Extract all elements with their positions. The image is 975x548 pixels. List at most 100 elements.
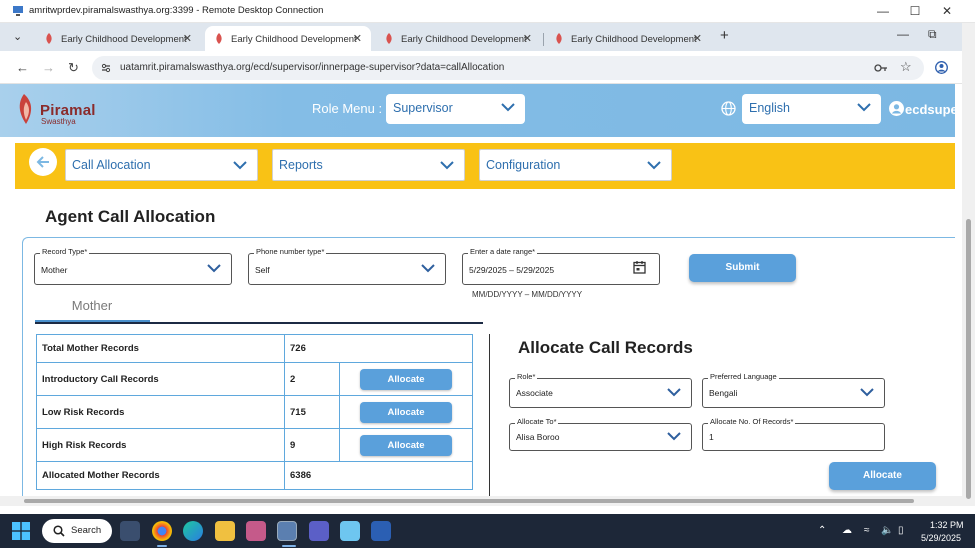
- preferred-language-label: Preferred Language: [708, 372, 779, 381]
- remote-desktop-icon[interactable]: [277, 521, 297, 541]
- section-divider: [489, 334, 490, 496]
- main-content: Agent Call Allocation Record Type* Mothe…: [15, 189, 955, 496]
- tab-label: Early Childhood Development: [231, 34, 357, 45]
- language-select[interactable]: English: [742, 94, 881, 124]
- search-icon: [53, 525, 65, 537]
- record-type-select[interactable]: Record Type* Mother: [34, 247, 232, 285]
- ecd-favicon-icon: [556, 33, 562, 44]
- battery-icon[interactable]: ▯: [898, 525, 904, 536]
- allocate-count-value: 1: [709, 432, 714, 442]
- task-view-icon[interactable]: [120, 521, 140, 541]
- tab-close-icon[interactable]: ✕: [353, 32, 362, 45]
- horizontal-scrollbar[interactable]: [0, 496, 962, 506]
- horizontal-scroll-thumb[interactable]: [24, 499, 914, 503]
- taskbar-search[interactable]: Search: [42, 519, 112, 543]
- record-action-cell: Allocate: [339, 362, 473, 396]
- teams-icon[interactable]: [309, 521, 329, 541]
- date-format-hint: MM/DD/YYYY – MM/DD/YYYY: [472, 290, 583, 299]
- back-button[interactable]: [29, 148, 57, 176]
- allocate-low-risk-button[interactable]: Allocate: [360, 401, 452, 423]
- record-type-label: Record Type*: [40, 247, 90, 256]
- table-row: Introductory Call Records 2 Allocate: [36, 362, 473, 396]
- allocate-high-risk-button[interactable]: Allocate: [360, 434, 452, 456]
- allocate-button[interactable]: Allocate: [829, 462, 936, 490]
- rdp-title-bar: amritwprdev.piramalswasthya.org:3399 - R…: [0, 0, 975, 23]
- date-range-input[interactable]: Enter a date range* 5/29/2025 – 5/29/202…: [462, 247, 660, 285]
- tab-close-icon[interactable]: ✕: [523, 32, 532, 45]
- browser-tab-2[interactable]: Early Childhood Development ✕: [205, 26, 371, 51]
- word-icon[interactable]: [371, 521, 391, 541]
- phone-type-select[interactable]: Phone number type* Self: [248, 247, 446, 285]
- tab-divider: [35, 322, 483, 324]
- call-allocation-menu[interactable]: Call Allocation: [65, 149, 258, 181]
- tab-close-icon[interactable]: ✕: [183, 32, 192, 45]
- close-icon[interactable]: ✕: [937, 3, 957, 19]
- tab-mother[interactable]: Mother: [35, 298, 149, 322]
- role-label: Role*: [515, 372, 538, 381]
- clock-time[interactable]: 1:32 PM: [930, 520, 964, 530]
- profile-icon[interactable]: [935, 61, 948, 74]
- tab-label: Early Childhood Development: [61, 34, 187, 45]
- ecd-favicon-icon: [386, 33, 392, 44]
- password-key-icon[interactable]: [874, 62, 888, 74]
- volume-icon[interactable]: 🔈: [881, 525, 893, 536]
- table-row: Allocated Mother Records 6386: [36, 461, 473, 490]
- call-allocation-label: Call Allocation: [72, 158, 151, 172]
- calendar-icon[interactable]: [633, 260, 646, 274]
- vertical-scrollbar[interactable]: [962, 23, 975, 506]
- chevron-down-icon: [440, 161, 454, 170]
- bookmark-star-icon[interactable]: ☆: [900, 59, 912, 75]
- user-name[interactable]: ecdsupe: [905, 102, 958, 117]
- active-app-indicator: [282, 545, 296, 547]
- tab-search-icon[interactable]: ⌄: [13, 30, 22, 43]
- forward-arrow-icon[interactable]: →: [42, 60, 55, 75]
- page-title: Agent Call Allocation: [45, 207, 216, 226]
- allocate-to-select[interactable]: Allocate To* Alisa Boroo: [509, 417, 692, 451]
- edge-icon[interactable]: [183, 521, 203, 541]
- new-tab-icon[interactable]: +: [720, 27, 729, 44]
- chevron-down-icon: [857, 103, 871, 112]
- record-action-cell: Allocate: [339, 395, 473, 429]
- role-select[interactable]: Supervisor: [386, 94, 525, 124]
- minimize-icon[interactable]: —: [873, 3, 893, 19]
- phone-type-label: Phone number type*: [254, 247, 327, 256]
- clock-date[interactable]: 5/29/2025: [921, 533, 961, 543]
- record-label: Introductory Call Records: [36, 362, 285, 396]
- role-select[interactable]: Role* Associate: [509, 372, 692, 408]
- onedrive-icon[interactable]: ☁: [842, 525, 852, 536]
- chevron-down-icon: [421, 264, 435, 273]
- back-arrow-icon[interactable]: ←: [16, 60, 29, 75]
- preferred-language-select[interactable]: Preferred Language Bengali: [702, 372, 885, 408]
- browser-tab-4[interactable]: Early Childhood Development ✕: [545, 26, 711, 51]
- table-row: Total Mother Records 726: [36, 334, 473, 363]
- notepad-icon[interactable]: [340, 521, 360, 541]
- browser-address-row: ← → ↻ uatamrit.piramalswasthya.org/ecd/s…: [0, 51, 962, 84]
- file-explorer-icon[interactable]: [215, 521, 235, 541]
- site-info-icon[interactable]: [100, 62, 112, 74]
- browser-tab-3[interactable]: Early Childhood Development ✕: [375, 26, 541, 51]
- minimize-icon[interactable]: —: [897, 27, 909, 41]
- maximize-icon[interactable]: ☐: [905, 3, 925, 19]
- allocate-count-input[interactable]: Allocate No. Of Records* 1: [702, 417, 885, 451]
- submit-button[interactable]: Submit: [689, 254, 796, 282]
- chevron-down-icon: [860, 388, 874, 397]
- phone-type-value: Self: [255, 265, 270, 275]
- m365-icon[interactable]: [246, 521, 266, 541]
- address-bar[interactable]: uatamrit.piramalswasthya.org/ecd/supervi…: [92, 56, 924, 80]
- reports-label: Reports: [279, 158, 323, 172]
- configuration-menu[interactable]: Configuration: [479, 149, 672, 181]
- chrome-icon[interactable]: [152, 521, 172, 541]
- restore-icon[interactable]: ⧉: [928, 27, 937, 42]
- reload-icon[interactable]: ↻: [68, 60, 79, 76]
- allocate-to-value: Alisa Boroo: [516, 432, 560, 442]
- chevron-down-icon: [207, 264, 221, 273]
- reports-menu[interactable]: Reports: [272, 149, 465, 181]
- tab-close-icon[interactable]: ✕: [693, 32, 702, 45]
- user-account-icon[interactable]: [889, 101, 904, 116]
- chevron-up-icon[interactable]: ⌃: [818, 525, 826, 536]
- windows-start-icon[interactable]: [12, 522, 30, 540]
- allocate-introductory-button[interactable]: Allocate: [360, 368, 452, 390]
- browser-tab-1[interactable]: Early Childhood Development ✕: [35, 26, 201, 51]
- vertical-scroll-thumb[interactable]: [966, 219, 971, 499]
- wifi-icon[interactable]: ≈: [864, 525, 870, 536]
